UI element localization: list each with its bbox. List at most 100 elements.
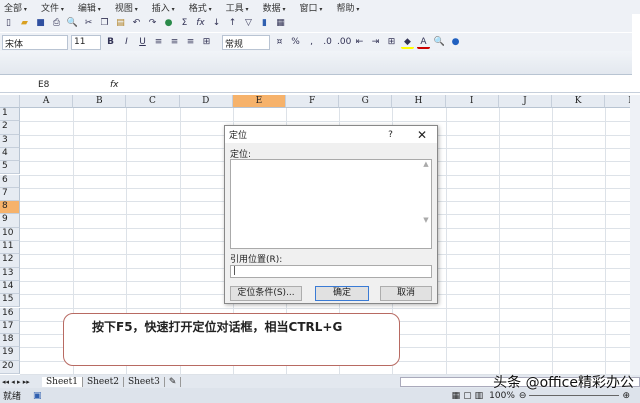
outdent-icon[interactable]: ⇥ [369, 36, 382, 49]
row-header-3[interactable]: 3 [0, 134, 20, 148]
increase-decimal-icon[interactable]: .0 [321, 36, 334, 49]
font-color-icon[interactable]: A [417, 36, 430, 49]
row-header-18[interactable]: 18 [0, 334, 20, 348]
number-format-select[interactable]: 常规 [222, 34, 270, 50]
tab-nav-icon[interactable]: ◂◂ ◂ ▸ ▸▸ [0, 378, 42, 386]
menu-help[interactable]: 帮助 [334, 0, 367, 14]
row-header-6[interactable]: 6 [0, 174, 20, 188]
row-header-12[interactable]: 12 [0, 254, 20, 268]
row-header-17[interactable]: 17 [0, 320, 20, 335]
save-icon[interactable]: ■ [34, 17, 47, 30]
hyperlink-icon[interactable]: ● [162, 17, 175, 30]
function-button[interactable]: fx [194, 17, 207, 30]
column-header-H[interactable]: H [392, 95, 446, 108]
sort-asc-icon[interactable]: ↓ [210, 17, 223, 30]
preview-icon[interactable]: 🔍 [66, 17, 79, 30]
row-header-19[interactable]: 19 [0, 347, 20, 361]
row-header-5[interactable]: 5 [0, 161, 20, 175]
size-select[interactable]: 11 [71, 34, 101, 50]
menu-insert[interactable]: 插入 [150, 0, 183, 14]
merge-icon[interactable]: ⊞ [200, 36, 213, 49]
column-header-F[interactable]: F [286, 95, 340, 108]
tab-sheet3[interactable]: Sheet3 [124, 376, 165, 387]
copy-icon[interactable]: ❐ [98, 17, 111, 30]
column-header-C[interactable]: C [126, 95, 180, 108]
print-icon[interactable]: ⎙ [50, 17, 63, 30]
font-select[interactable]: 宋体 [2, 34, 68, 50]
row-header-16[interactable]: 16 [0, 307, 20, 321]
page-layout-icon[interactable]: ▢ [463, 391, 472, 401]
redo-icon[interactable]: ↷ [146, 17, 159, 30]
fill-color-icon[interactable]: ◆ [401, 36, 414, 49]
fx-icon[interactable]: fx [110, 80, 119, 90]
row-header-1[interactable]: 1 [0, 108, 20, 122]
decrease-decimal-icon[interactable]: .00 [337, 36, 351, 49]
menu-all[interactable]: 全部 [2, 0, 35, 14]
menu-window[interactable]: 窗口 [298, 0, 331, 14]
menu-view[interactable]: 视图 [113, 0, 146, 14]
cancel-button[interactable]: 取消 [380, 286, 432, 301]
table-icon[interactable]: ▦ [274, 17, 287, 30]
column-header-I[interactable]: I [445, 95, 499, 108]
row-header-15[interactable]: 15 [0, 294, 20, 308]
bold-button[interactable]: B [104, 36, 117, 49]
zoom-out-button[interactable]: ⊖ [519, 391, 527, 401]
menu-edit[interactable]: 编辑 [76, 0, 109, 14]
indent-icon[interactable]: ⇤ [353, 36, 366, 49]
goto-list[interactable]: ▲ ▼ [230, 159, 432, 249]
column-header-K[interactable]: K [552, 95, 606, 108]
italic-button[interactable]: I [120, 36, 133, 49]
list-scrollbar[interactable]: ▲ ▼ [421, 160, 431, 248]
align-right-icon[interactable]: ≡ [184, 36, 197, 49]
close-button[interactable]: ✕ [417, 128, 427, 142]
menu-tools[interactable]: 工具 [224, 0, 257, 14]
tab-sheet2[interactable]: Sheet2 [83, 376, 124, 387]
paste-icon[interactable]: ▤ [114, 17, 127, 30]
row-header-14[interactable]: 14 [0, 280, 20, 295]
undo-icon[interactable]: ↶ [130, 17, 143, 30]
zoom-icon[interactable]: 🔍 [433, 36, 446, 49]
align-left-icon[interactable]: ≡ [152, 36, 165, 49]
menu-file[interactable]: 文件 [39, 0, 72, 14]
underline-button[interactable]: U [136, 36, 149, 49]
border-icon[interactable]: ⊞ [385, 36, 398, 49]
currency-icon[interactable]: ¤ [273, 36, 286, 49]
align-center-icon[interactable]: ≡ [168, 36, 181, 49]
row-header-9[interactable]: 9 [0, 214, 20, 228]
normal-view-icon[interactable]: ▦ [452, 391, 461, 401]
row-header-10[interactable]: 10 [0, 227, 20, 241]
zoom-in-button[interactable]: ⊕ [622, 391, 630, 401]
column-header-E[interactable]: E [232, 95, 286, 108]
special-button[interactable]: 定位条件(S)... [230, 286, 302, 301]
menu-data[interactable]: 数据 [261, 0, 294, 14]
row-header-8[interactable]: 8 [0, 201, 20, 215]
name-box[interactable]: E8 [0, 80, 110, 90]
vertical-scrollbar[interactable] [630, 95, 640, 375]
column-header-D[interactable]: D [179, 95, 233, 108]
autosum-button[interactable]: Σ [178, 17, 191, 30]
comma-button[interactable]: , [305, 36, 318, 49]
reference-input[interactable]: | [230, 265, 432, 278]
column-header-B[interactable]: B [73, 95, 127, 108]
ok-button[interactable]: 确定 [315, 286, 369, 301]
sort-desc-icon[interactable]: ↑ [226, 17, 239, 30]
row-header-2[interactable]: 2 [0, 121, 20, 135]
column-header-G[interactable]: G [339, 95, 393, 108]
row-header-4[interactable]: 4 [0, 147, 20, 162]
insert-sheet-icon[interactable]: ✎ [165, 376, 182, 387]
zoom-level[interactable]: 100% [489, 391, 515, 401]
row-header-13[interactable]: 13 [0, 267, 20, 281]
row-header-20[interactable]: 20 [0, 360, 20, 374]
percent-button[interactable]: % [289, 36, 302, 49]
formula-input[interactable] [125, 78, 640, 92]
page-break-icon[interactable]: ▥ [475, 391, 484, 401]
tab-sheet1[interactable]: Sheet1 [42, 376, 83, 387]
filter-icon[interactable]: ▽ [242, 17, 255, 30]
row-header-7[interactable]: 7 [0, 187, 20, 202]
help-icon[interactable]: ● [449, 36, 462, 49]
macro-icon[interactable]: ▣ [33, 391, 42, 401]
zoom-slider[interactable] [529, 395, 620, 396]
column-header-J[interactable]: J [498, 95, 552, 108]
row-header-11[interactable]: 11 [0, 241, 20, 255]
new-icon[interactable]: ▯ [2, 17, 15, 30]
